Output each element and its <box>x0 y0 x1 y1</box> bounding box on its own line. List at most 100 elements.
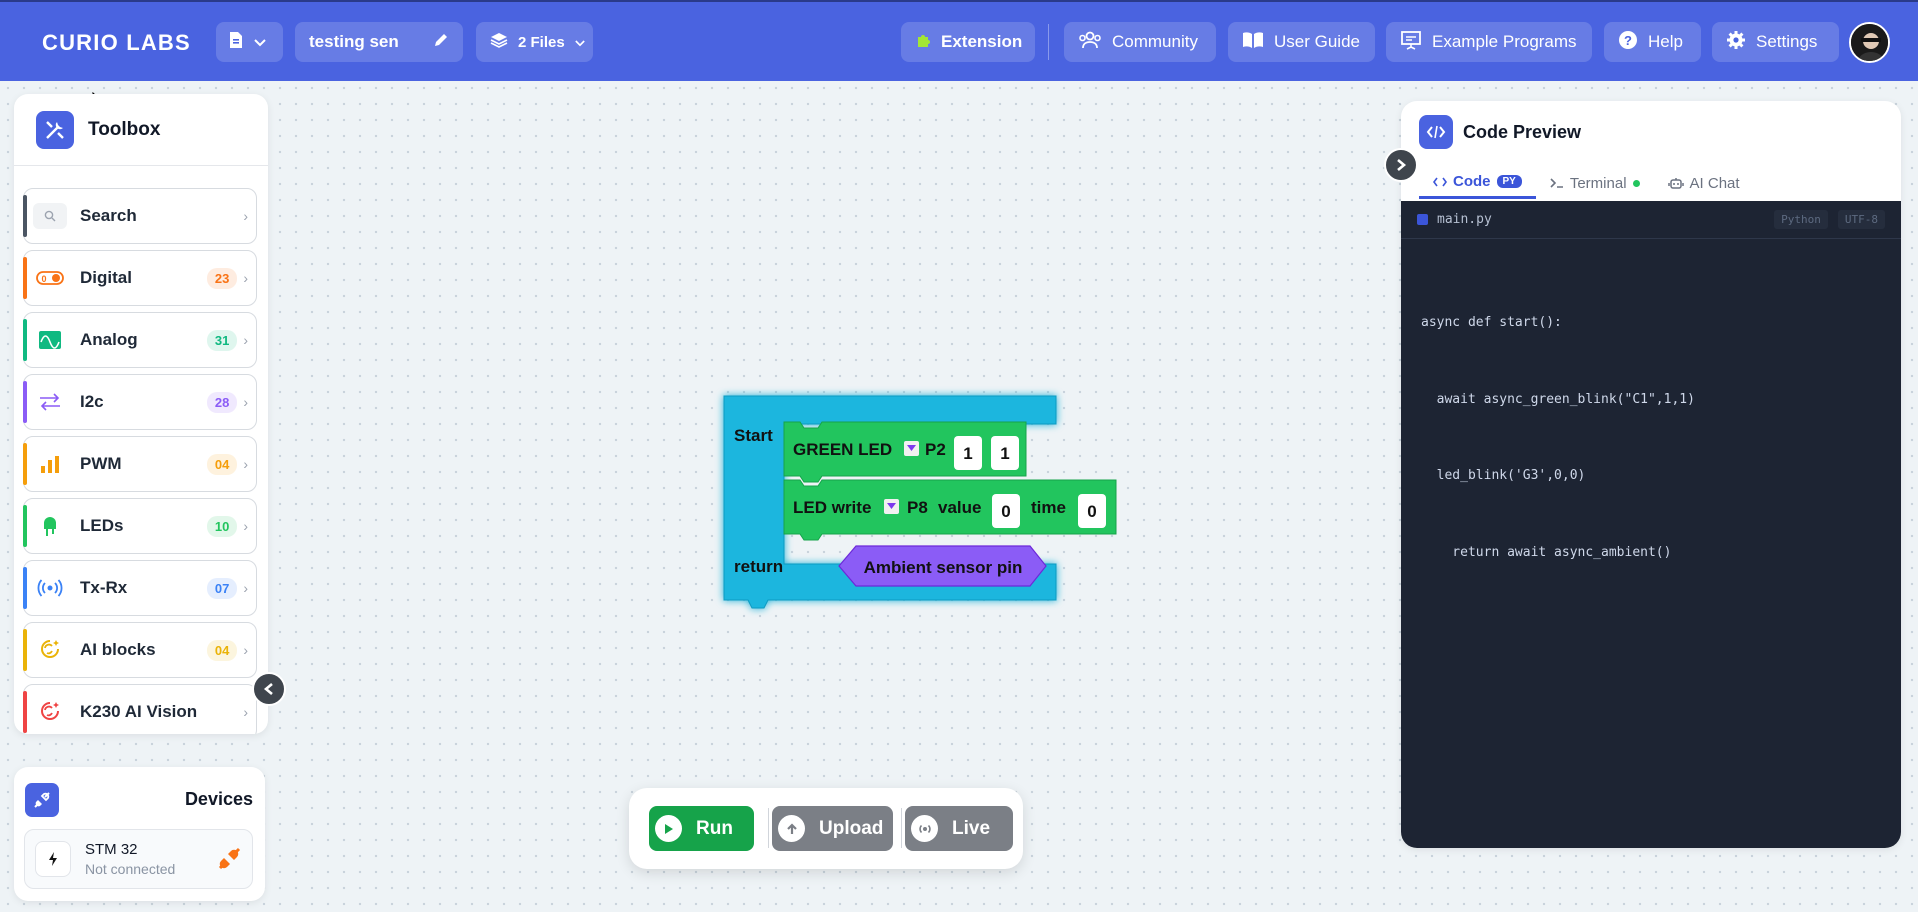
toolbox-category-tx-rx[interactable]: Tx-Rx 07 › <box>23 560 257 616</box>
arg1-value: 1 <box>963 444 972 463</box>
code-line: async def start(): <box>1421 315 1562 330</box>
code-line: return await async_ambient() <box>1421 544 1672 560</box>
category-color-bar <box>23 195 27 237</box>
tab-ai-chat[interactable]: AI Chat <box>1654 167 1754 199</box>
pin-dropdown[interactable] <box>904 441 919 456</box>
chevron-right-icon: › <box>243 456 248 472</box>
bolt-icon <box>35 841 71 877</box>
community-button[interactable]: Community <box>1064 22 1216 62</box>
category-color-bar <box>23 443 27 485</box>
encoding-tag: UTF-8 <box>1837 210 1885 229</box>
green-led-label: GREEN LED <box>793 440 892 459</box>
play-icon <box>655 815 682 842</box>
devices-panel: Devices STM 32 Not connected <box>14 767 265 901</box>
upload-icon <box>778 815 805 842</box>
user-guide-button[interactable]: User Guide <box>1228 22 1375 62</box>
device-card[interactable]: STM 32 Not connected <box>24 829 253 889</box>
puzzle-icon <box>915 32 931 53</box>
category-color-bar <box>23 257 27 299</box>
toolbox-category-analog[interactable]: Analog 31 › <box>23 312 257 368</box>
svg-text:?: ? <box>1624 33 1632 48</box>
chevron-right-icon: › <box>243 208 248 224</box>
category-count-badge: 31 <box>206 329 238 351</box>
collapse-code-preview-button[interactable] <box>1384 148 1418 182</box>
example-programs-button[interactable]: Example Programs <box>1386 22 1592 62</box>
toolbox-header: Toolbox <box>14 94 268 166</box>
user-guide-label: User Guide <box>1274 32 1360 51</box>
category-label: LEDs <box>80 516 124 535</box>
toolbox-search[interactable]: Search › <box>23 188 257 244</box>
led-write-pin: P8 <box>907 498 928 517</box>
chevron-right-icon: › <box>243 270 248 286</box>
category-label: AI blocks <box>80 640 156 659</box>
chevron-right-icon: › <box>243 704 248 720</box>
code-editor[interactable]: main.py Python UTF-8 async def start(): … <box>1401 201 1901 848</box>
block-program[interactable]: Start return GREEN LED P2 1 1 LED write <box>723 395 1124 631</box>
project-name-field[interactable]: testing sen <box>295 22 463 62</box>
example-programs-label: Example Programs <box>1432 32 1577 51</box>
tab-code[interactable]: Code PY <box>1419 167 1536 199</box>
device-status: Not connected <box>85 861 176 877</box>
edit-pencil-icon[interactable] <box>433 32 449 53</box>
chevron-right-icon: › <box>243 332 248 348</box>
chevron-left-icon <box>263 683 273 695</box>
robot-icon <box>1667 178 1684 189</box>
devices-title: Devices <box>184 789 253 809</box>
live-label: Live <box>952 817 991 839</box>
files-dropdown[interactable]: 2 Files <box>476 22 593 62</box>
user-avatar[interactable] <box>1849 22 1890 63</box>
extension-button[interactable]: Extension <box>901 22 1035 62</box>
svg-text:0: 0 <box>41 274 46 284</box>
code-line: await async_green_blink("C1",1,1) <box>1421 391 1695 407</box>
toolbox-category-k230-ai-vision[interactable]: K230 AI Vision › <box>23 684 257 734</box>
bars-icon <box>32 449 68 479</box>
green-led-arg2-field[interactable]: 1 <box>991 436 1019 470</box>
code-preview-panel: Code Preview Code PY Terminal AI Chat ma… <box>1401 101 1901 848</box>
code-line: led_blink('G3',0,0) <box>1421 468 1586 483</box>
value-value: 0 <box>1001 502 1010 521</box>
search-label: Search <box>80 206 137 225</box>
collapse-toolbox-button[interactable] <box>252 672 286 706</box>
toolbox-panel: Toolbox Search › 0 Digital 23 › Analog 31 › I2c… <box>14 94 268 734</box>
toolbox-category-digital[interactable]: 0 Digital 23 › <box>23 250 257 306</box>
brand-logo[interactable]: CURIO LABS <box>42 30 191 56</box>
green-led-arg1-field[interactable]: 1 <box>954 436 982 470</box>
category-count-badge: 04 <box>206 453 238 475</box>
arg2-value: 1 <box>1000 444 1009 463</box>
upload-button[interactable]: Upload <box>772 806 893 851</box>
chevron-down-icon <box>254 32 266 52</box>
code-preview-header: Code Preview <box>1419 115 1581 149</box>
upload-label: Upload <box>819 817 884 839</box>
chevron-right-icon: › <box>243 642 248 658</box>
category-label: Analog <box>80 330 138 349</box>
toolbox-title: Toolbox <box>88 118 161 140</box>
toggle-icon: 0 <box>32 263 68 293</box>
live-button[interactable]: Live <box>905 806 1013 851</box>
toolbox-category-leds[interactable]: LEDs 10 › <box>23 498 257 554</box>
code-icon <box>1433 177 1447 186</box>
category-label: Tx-Rx <box>80 578 128 597</box>
document-icon <box>228 31 244 54</box>
led-write-value-label: value <box>938 498 981 517</box>
pin-dropdown[interactable] <box>884 499 899 514</box>
led-write-value-field[interactable]: 0 <box>992 494 1020 528</box>
led-write-time-field[interactable]: 0 <box>1078 494 1106 528</box>
connect-plug-icon[interactable] <box>216 846 242 877</box>
toolbox-category-pwm[interactable]: PWM 04 › <box>23 436 257 492</box>
green-led-pin: P2 <box>925 440 946 459</box>
toolbox-category-i2c[interactable]: I2c 28 › <box>23 374 257 430</box>
help-label: Help <box>1648 32 1683 51</box>
category-color-bar <box>23 691 27 733</box>
tab-terminal[interactable]: Terminal <box>1536 167 1654 199</box>
run-button[interactable]: Run <box>649 806 754 851</box>
chevron-right-icon: › <box>243 394 248 410</box>
category-count-badge: 23 <box>206 267 238 289</box>
broadcast-icon <box>911 815 938 842</box>
file-menu-button[interactable] <box>216 22 283 62</box>
help-button[interactable]: ? Help <box>1604 22 1701 62</box>
toolbox-category-ai-blocks[interactable]: AI blocks 04 › <box>23 622 257 678</box>
ai-icon <box>32 697 68 727</box>
run-label: Run <box>696 817 733 839</box>
plug-connection-icon <box>25 783 59 817</box>
settings-button[interactable]: Settings <box>1712 22 1839 62</box>
